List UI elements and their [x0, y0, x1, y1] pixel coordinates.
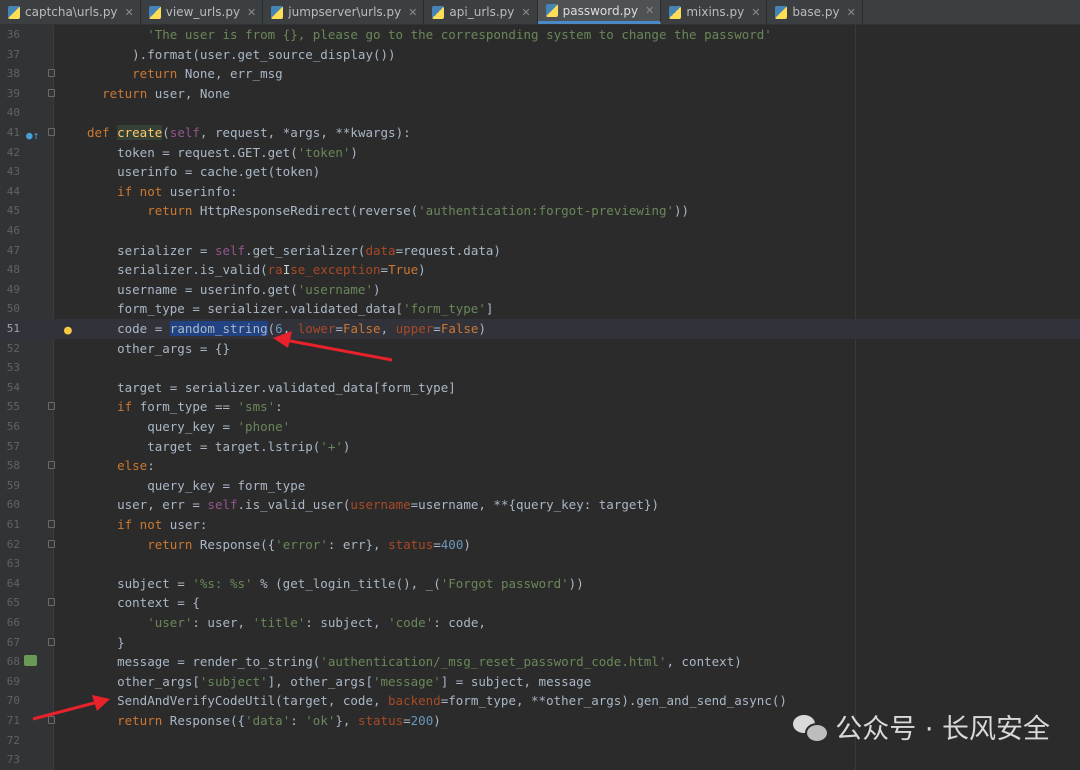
arrow-to-send-and-verify [32, 695, 110, 721]
annotation-arrows [32, 331, 393, 721]
watermark: 公众号 · 长风安全 [793, 707, 1050, 746]
watermark-text: 公众号 · 长风安全 [835, 714, 1050, 745]
arrow-to-random-string [273, 331, 393, 362]
wechat-logo-icon [793, 713, 830, 743]
